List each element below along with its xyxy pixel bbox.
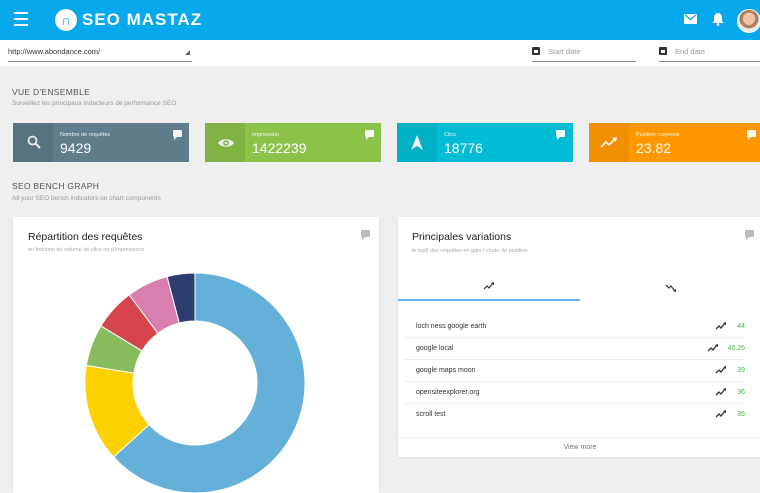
kpi-icon-zone [205,123,245,162]
dropdown-caret-icon [185,50,190,55]
kpi-card-clicks[interactable]: Clics 18776 [397,123,573,162]
kpi-value: 1422239 [252,140,307,156]
site-url-value: http://www.abondance.com/ [8,47,101,56]
tab-gain[interactable] [398,276,580,301]
comment-icon[interactable] [173,130,182,140]
logo-icon: ∩ [55,9,77,31]
variation-value: 39 [737,367,745,374]
variation-row: opensiteexplorer.org 36 [405,381,745,404]
trending-up-icon [715,410,726,418]
mail-icon[interactable] [684,14,697,24]
kpi-card-impressions[interactable]: Impression 1422239 [205,123,381,162]
kpi-label: Position moyenne [636,132,680,138]
variation-value: 35 [737,411,745,418]
comment-icon[interactable] [361,230,370,240]
hamburger-icon[interactable] [14,12,28,28]
comment-icon[interactable] [747,130,756,140]
kpi-value: 23.82 [636,140,672,156]
start-date-field[interactable]: Start date [532,46,636,62]
query-text[interactable]: opensiteexplorer.org [416,389,479,396]
variation-row: scroll test 35 [405,403,745,425]
kpi-value: 18776 [444,140,483,156]
variation-row: loch ness google earth 44 [405,315,745,338]
query-text[interactable]: google maps moon [416,367,476,374]
bench-title: SEO BENCH GRAPH [12,181,100,191]
kpi-label: Nombre de requêtes [60,132,111,138]
user-avatar[interactable] [737,9,760,33]
query-text[interactable]: google local [416,345,453,352]
kpi-card-requests[interactable]: Nombre de requêtes 9429 [13,123,189,162]
view-more-button[interactable]: View more [398,437,760,458]
comment-icon[interactable] [745,230,754,240]
donut-chart [85,273,305,493]
trending-down-icon [665,284,676,292]
variations-title: Principales variations [412,231,512,243]
repartition-title: Répartition des requêtes [28,231,143,243]
active-tab-indicator [398,299,580,301]
end-date-field[interactable]: End date [659,46,760,62]
brand-name: SEO MASTAZ [82,10,203,29]
variations-subtitle: le top5 des requêtes en gain / chute de … [412,248,528,254]
kpi-value: 9429 [60,140,92,156]
trending-up-icon [715,366,726,374]
trending-up-icon [707,344,718,352]
start-date-placeholder: Start date [548,47,581,56]
bell-icon[interactable] [712,12,724,26]
bench-subtitle: All your SEO bench indicators on chart c… [12,195,161,202]
variation-row: google local 40.25 [405,337,745,360]
tab-loss[interactable] [580,276,760,301]
kpi-label: Clics [444,132,456,138]
variation-value: 40.25 [727,345,745,352]
variation-value: 44 [737,323,745,330]
repartition-subtitle: en fonction du volume de clics ou d'impr… [28,247,145,253]
kpi-label: Impression [252,132,279,138]
kpi-card-position[interactable]: Position moyenne 23.82 [589,123,760,162]
variation-value: 36 [737,389,745,396]
variation-row: google maps moon 39 [405,359,745,382]
calendar-icon [659,47,667,55]
top-app-bar: ∩ SEO MASTAZ [0,0,760,40]
trending-up-icon [715,388,726,396]
end-date-placeholder: End date [675,47,706,56]
query-text[interactable]: loch ness google earth [416,323,486,330]
kpi-icon-zone [589,123,629,162]
trending-up-icon [715,322,726,330]
calendar-icon [532,47,540,55]
repartition-card: Répartition des requêtes en fonction du … [13,217,379,493]
filter-bar: http://www.abondance.com/ Start date End… [0,40,760,66]
kpi-icon-zone [397,123,437,162]
overview-title: VUE D'ENSEMBLE [12,87,91,97]
comment-icon[interactable] [365,130,374,140]
query-text[interactable]: scroll test [416,411,446,418]
overview-subtitle: Surveillez les principaux indacteurs de … [12,100,177,107]
kpi-icon-zone [13,123,53,162]
site-url-select[interactable]: http://www.abondance.com/ [8,46,192,62]
comment-icon[interactable] [556,130,565,140]
trending-up-icon [483,282,494,290]
